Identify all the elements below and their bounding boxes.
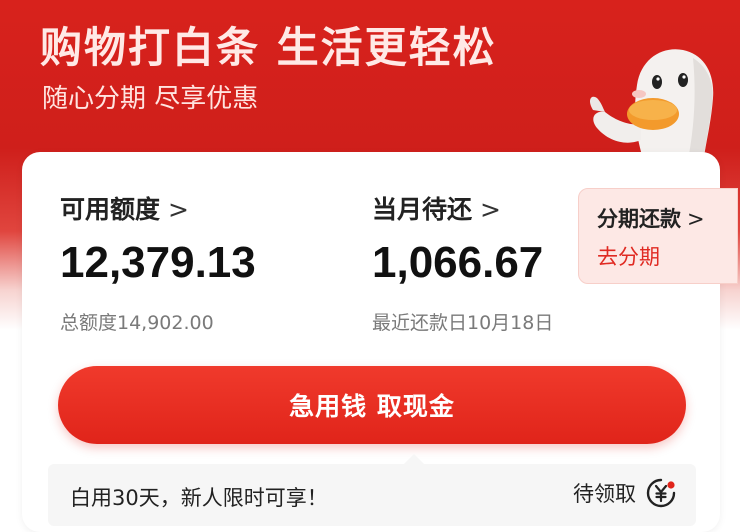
- installment-repay-button[interactable]: 分期还款 > 去分期: [578, 188, 738, 284]
- promo-notch: [404, 454, 424, 464]
- available-credit-label[interactable]: 可用额度 >: [60, 190, 256, 226]
- installment-title: 分期还款 >: [597, 207, 705, 231]
- monthly-due-label[interactable]: 当月待还 >: [372, 190, 553, 226]
- promo-claim-label: 待领取: [573, 482, 636, 506]
- hero-title: 购物打白条 生活更轻松: [40, 23, 497, 72]
- hero-subtitle: 随心分期 尽享优惠: [42, 84, 259, 114]
- yuan-coupon-icon: [646, 478, 676, 508]
- monthly-due-section[interactable]: 当月待还 > 1,066.67 最近还款日10月18日: [372, 190, 553, 335]
- goose-mascot-icon: [590, 49, 714, 165]
- chevron-right-icon: >: [168, 195, 189, 224]
- promo-bar[interactable]: 白用30天，新人限时可享！ 待领取: [48, 454, 696, 526]
- installment-action: 去分期: [597, 245, 660, 269]
- due-date-text: 最近还款日10月18日: [372, 312, 554, 334]
- promo-text: 白用30天，新人限时可享！: [70, 486, 328, 510]
- chevron-right-icon: >: [687, 207, 705, 231]
- total-credit-text: 总额度14,902.00: [60, 312, 214, 334]
- cash-withdraw-button[interactable]: 急用钱 取现金: [58, 366, 686, 444]
- chevron-right-icon: >: [480, 195, 501, 224]
- available-credit-amount: 12,379.13: [60, 238, 256, 287]
- monthly-due-amount: 1,066.67: [372, 238, 544, 287]
- available-credit-section[interactable]: 可用额度 > 12,379.13 总额度14,902.00: [60, 190, 256, 335]
- promo-claim-button[interactable]: 待领取: [573, 478, 676, 508]
